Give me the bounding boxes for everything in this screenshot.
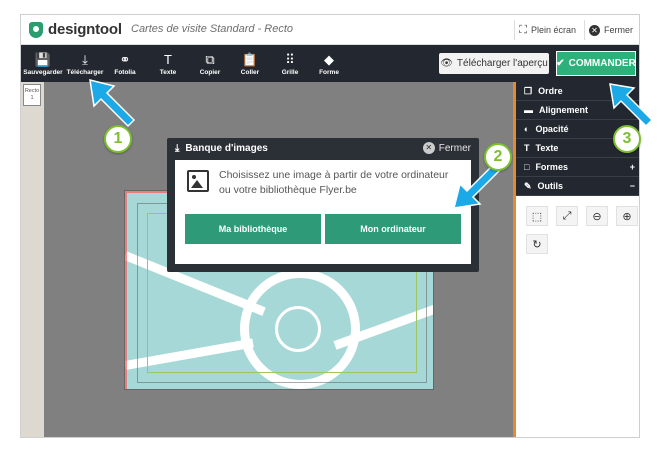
opacity-icon: ◐ xyxy=(524,124,530,134)
close-label: Fermer xyxy=(604,25,633,35)
tool-sauvegarder[interactable]: 💾 Sauvegarder xyxy=(21,45,65,82)
tool-label: Copier xyxy=(199,68,221,76)
grid-icon: ⠿ xyxy=(285,51,295,67)
close-icon: ✕ xyxy=(589,24,600,36)
tool-label: Texte xyxy=(159,68,177,76)
document-title: Cartes de visite Standard - Recto xyxy=(131,23,294,35)
order-button[interactable]: ✔ COMMANDER xyxy=(556,51,636,76)
tool-label: Fotolia xyxy=(114,68,136,76)
dialog-message: Choisissez une image à partir de votre o… xyxy=(219,169,449,196)
download-icon: ⤓ xyxy=(175,142,180,154)
order-label: COMMANDER xyxy=(568,58,636,69)
dialog-close-button[interactable]: ✕ Fermer xyxy=(422,142,471,154)
tool-forme[interactable]: ◆ Forme xyxy=(309,45,349,82)
fullscreen-button[interactable]: ⛶ Plein écran xyxy=(514,20,580,40)
top-bar: designtool Cartes de visite Standard - R… xyxy=(21,15,639,45)
panel-section-label: Formes xyxy=(535,162,568,172)
page-rail: Recto 1 xyxy=(21,82,44,437)
tool-label: Télécharger xyxy=(66,68,104,76)
copy-icon: ⧉ xyxy=(205,51,215,67)
step-badge-3: 3 xyxy=(613,125,641,153)
zoom-out-icon[interactable]: ⊖ xyxy=(586,206,608,226)
step-badge-2: 2 xyxy=(484,143,512,171)
select-area-icon[interactable]: ⬚ xyxy=(526,206,548,226)
my-library-button[interactable]: Ma bibliothèque xyxy=(185,214,321,244)
tool-label: Sauvegarder xyxy=(23,68,63,76)
logo-text: designtool xyxy=(48,21,122,38)
toolbar: 💾 Sauvegarder ⤓ Télécharger ⚭ Fotolia T Texte ⧉ C… xyxy=(21,45,639,82)
collapse-icon[interactable]: − xyxy=(630,181,635,191)
close-editor-button[interactable]: ✕ Fermer xyxy=(584,20,637,40)
tool-label: Forme xyxy=(319,68,339,76)
expand-icon[interactable]: + xyxy=(630,162,635,172)
tools-grid: ⬚ ⤢ ⊖ ⊕ ↻ xyxy=(516,196,639,254)
panel-section-label: Texte xyxy=(535,143,559,153)
panel-section-label: Outils xyxy=(537,181,564,191)
download-icon: ⤓ xyxy=(82,51,88,67)
thumbnail-number: 1 xyxy=(30,95,34,101)
shape-icon: ◆ xyxy=(324,51,334,67)
panel-section-label: Ordre xyxy=(538,86,563,96)
rotate-icon[interactable]: ↻ xyxy=(526,234,548,254)
tool-list: 💾 Sauvegarder ⤓ Télécharger ⚭ Fotolia T Texte ⧉ C… xyxy=(21,45,349,82)
order-icon: ❐ xyxy=(524,85,533,96)
fullscreen-icon: ⛶ xyxy=(519,23,527,36)
fotolia-icon: ⚭ xyxy=(119,51,131,67)
fullscreen-label: Plein écran xyxy=(530,25,576,35)
thumbnail-label: Recto xyxy=(24,88,40,94)
shapes-icon: □ xyxy=(524,162,530,172)
page-thumbnail-recto[interactable]: Recto 1 xyxy=(23,84,41,106)
tool-label: Grille xyxy=(281,68,299,76)
text-icon: T xyxy=(524,143,530,153)
align-icon: ▬ xyxy=(524,105,533,115)
save-icon: 💾 xyxy=(34,51,52,67)
panel-section-label: Opacité xyxy=(535,124,569,134)
annotation-arrow-1 xyxy=(89,78,136,128)
tool-label: Coller xyxy=(240,68,260,76)
zoom-in-icon[interactable]: ⊕ xyxy=(616,206,638,226)
tools-icon: ✎ xyxy=(524,180,532,191)
logo-icon xyxy=(29,21,43,38)
text-icon: T xyxy=(164,51,172,67)
step-badge-1: 1 xyxy=(104,125,132,153)
preview-label: Télécharger l'aperçu xyxy=(456,58,548,69)
tool-texte[interactable]: T Texte xyxy=(145,45,191,82)
panel-section-formes[interactable]: □ Formes + xyxy=(516,158,639,177)
tool-telecharger[interactable]: ⤓ Télécharger xyxy=(65,45,105,82)
image-bank-dialog: ⤓ Banque d'images ✕ Fermer Choisissez un… xyxy=(167,138,479,272)
dialog-title: Banque d'images xyxy=(185,142,268,154)
panel-section-label: Alignement xyxy=(539,105,589,115)
top-actions: ⛶ Plein écran ✕ Fermer xyxy=(514,20,637,40)
paste-icon: 📋 xyxy=(241,51,259,67)
my-computer-button[interactable]: Mon ordinateur xyxy=(325,214,461,244)
tool-fotolia[interactable]: ⚭ Fotolia xyxy=(105,45,145,82)
dialog-body: Choisissez une image à partir de votre o… xyxy=(175,160,471,264)
image-icon xyxy=(187,170,209,192)
eye-icon: 👁 xyxy=(440,58,453,69)
download-preview-button[interactable]: 👁 Télécharger l'aperçu xyxy=(439,53,549,74)
tool-coller[interactable]: 📋 Coller xyxy=(229,45,271,82)
check-icon: ✔ xyxy=(556,58,565,69)
close-icon: ✕ xyxy=(422,142,435,154)
tool-grille[interactable]: ⠿ Grille xyxy=(271,45,309,82)
annotation-arrow-3 xyxy=(609,83,654,128)
panel-section-outils[interactable]: ✎ Outils − xyxy=(516,177,639,196)
logo: designtool xyxy=(29,21,122,38)
fit-icon[interactable]: ⤢ xyxy=(556,206,578,226)
tool-copier[interactable]: ⧉ Copier xyxy=(191,45,229,82)
dialog-close-label: Fermer xyxy=(438,142,471,154)
